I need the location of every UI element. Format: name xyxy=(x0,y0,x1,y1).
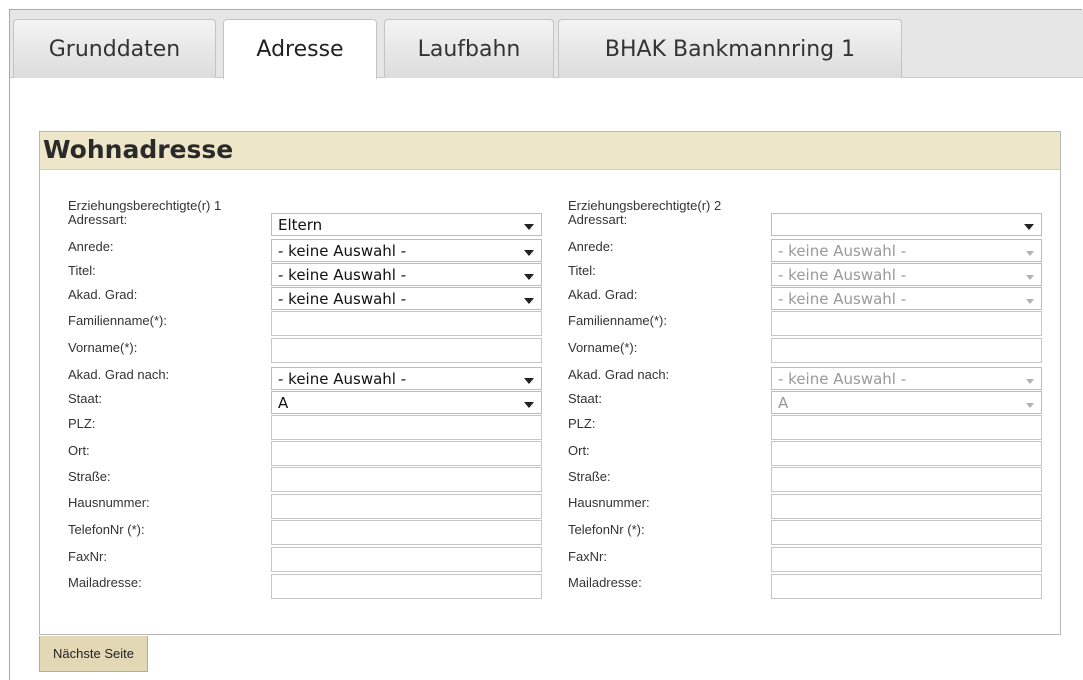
g2-faxnr-input[interactable] xyxy=(771,547,1042,572)
dropdown-arrow-icon xyxy=(1026,251,1034,256)
guardian2-heading: Erziehungsberechtigte(r) 2 xyxy=(568,198,722,213)
g1-staat-select[interactable]: A xyxy=(271,391,542,414)
g2-label-familienname: Familienname(*): xyxy=(568,313,667,328)
g1-label-faxnr: FaxNr: xyxy=(68,549,107,564)
g2-ort-input[interactable] xyxy=(771,441,1042,466)
g1-faxnr-input[interactable] xyxy=(271,547,542,572)
g1-ort-input[interactable] xyxy=(271,441,542,466)
next-page-button[interactable]: Nächste Seite xyxy=(39,636,148,672)
g2-titel-select[interactable]: - keine Auswahl - xyxy=(771,263,1042,286)
g1-label-vorname: Vorname(*): xyxy=(68,340,138,355)
g2-label-faxnr: FaxNr: xyxy=(568,549,607,564)
g1-label-telefonnr: TelefonNr (*): xyxy=(68,522,145,537)
g2-mailadresse-input[interactable] xyxy=(771,574,1042,599)
g2-label-titel: Titel: xyxy=(568,263,596,278)
g1-label-mailadresse: Mailadresse: xyxy=(68,575,142,590)
dropdown-arrow-icon xyxy=(1026,275,1034,280)
dropdown-arrow-icon xyxy=(524,378,534,384)
g2-staat-value: A xyxy=(778,394,789,412)
g2-label-strasse: Straße: xyxy=(568,469,611,484)
g2-label-vorname: Vorname(*): xyxy=(568,340,638,355)
g2-vorname-input[interactable] xyxy=(771,338,1042,363)
g1-label-akad-grad-nach: Akad. Grad nach: xyxy=(68,367,170,382)
g1-label-titel: Titel: xyxy=(68,263,96,278)
dropdown-arrow-icon xyxy=(1026,299,1034,304)
g1-adressart-select[interactable]: Eltern xyxy=(271,213,542,236)
g1-adressart-value: Eltern xyxy=(278,216,323,234)
g2-label-ort: Ort: xyxy=(568,443,590,458)
g2-staat-select[interactable]: A xyxy=(771,391,1042,414)
g1-vorname-input[interactable] xyxy=(271,338,542,363)
g2-label-adressart: Adressart: xyxy=(568,212,628,227)
g1-label-strasse: Straße: xyxy=(68,469,111,484)
g2-adressart-select[interactable] xyxy=(771,213,1042,236)
section-title: Wohnadresse xyxy=(43,135,234,164)
g1-strasse-input[interactable] xyxy=(271,467,542,492)
g2-label-anrede: Anrede: xyxy=(568,239,614,254)
g2-akad-grad-value: - keine Auswahl - xyxy=(778,290,907,308)
tab-adresse[interactable]: Adresse xyxy=(223,19,377,79)
dropdown-arrow-icon xyxy=(524,250,534,256)
g2-hausnummer-input[interactable] xyxy=(771,494,1042,519)
tab-bar: Grunddaten Adresse Laufbahn BHAK Bankman… xyxy=(10,10,1083,79)
g1-label-akad-grad: Akad. Grad: xyxy=(68,287,138,302)
g1-akad-grad-nach-select[interactable]: - keine Auswahl - xyxy=(271,367,542,390)
guardian1-heading: Erziehungsberechtigte(r) 1 xyxy=(68,198,222,213)
dropdown-arrow-icon xyxy=(524,274,534,280)
tab-grunddaten[interactable]: Grunddaten xyxy=(13,19,216,78)
g1-label-ort: Ort: xyxy=(68,443,90,458)
g2-telefonnr-input[interactable] xyxy=(771,520,1042,545)
g2-akad-grad-nach-value: - keine Auswahl - xyxy=(778,370,907,388)
g1-telefonnr-input[interactable] xyxy=(271,520,542,545)
g1-label-staat: Staat: xyxy=(68,391,102,406)
g1-mailadresse-input[interactable] xyxy=(271,574,542,599)
g2-anrede-select[interactable]: - keine Auswahl - xyxy=(771,239,1042,262)
g2-label-mailadresse: Mailadresse: xyxy=(568,575,642,590)
g1-anrede-value: - keine Auswahl - xyxy=(278,242,407,260)
g1-titel-select[interactable]: - keine Auswahl - xyxy=(271,263,542,286)
dropdown-arrow-icon xyxy=(1024,224,1034,230)
dropdown-arrow-icon xyxy=(1026,379,1034,384)
tab-laufbahn[interactable]: Laufbahn xyxy=(384,19,554,78)
g1-familienname-input[interactable] xyxy=(271,311,542,336)
dropdown-arrow-icon xyxy=(524,224,534,230)
g1-anrede-select[interactable]: - keine Auswahl - xyxy=(271,239,542,262)
g1-titel-value: - keine Auswahl - xyxy=(278,266,407,284)
g1-akad-grad-select[interactable]: - keine Auswahl - xyxy=(271,287,542,310)
dropdown-arrow-icon xyxy=(1026,403,1034,408)
dropdown-arrow-icon xyxy=(524,402,534,408)
g2-label-akad-grad-nach: Akad. Grad nach: xyxy=(568,367,670,382)
g1-hausnummer-input[interactable] xyxy=(271,494,542,519)
g2-titel-value: - keine Auswahl - xyxy=(778,266,907,284)
g1-label-familienname: Familienname(*): xyxy=(68,313,167,328)
g1-plz-input[interactable] xyxy=(271,415,542,440)
g2-plz-input[interactable] xyxy=(771,415,1042,440)
g2-akad-grad-nach-select[interactable]: - keine Auswahl - xyxy=(771,367,1042,390)
g2-label-staat: Staat: xyxy=(568,391,602,406)
g1-label-plz: PLZ: xyxy=(68,416,96,431)
g2-label-plz: PLZ: xyxy=(568,416,596,431)
g2-familienname-input[interactable] xyxy=(771,311,1042,336)
g2-label-hausnummer: Hausnummer: xyxy=(568,495,650,510)
g2-label-telefonnr: TelefonNr (*): xyxy=(568,522,645,537)
g1-akad-grad-nach-value: - keine Auswahl - xyxy=(278,370,407,388)
g2-label-akad-grad: Akad. Grad: xyxy=(568,287,638,302)
g1-akad-grad-value: - keine Auswahl - xyxy=(278,290,407,308)
g2-strasse-input[interactable] xyxy=(771,467,1042,492)
dropdown-arrow-icon xyxy=(524,298,534,304)
g1-label-anrede: Anrede: xyxy=(68,239,114,254)
g1-label-adressart: Adressart: xyxy=(68,212,128,227)
g2-akad-grad-select[interactable]: - keine Auswahl - xyxy=(771,287,1042,310)
section-header: Wohnadresse xyxy=(40,132,1060,170)
tab-bhak-bankmannring[interactable]: BHAK Bankmannring 1 xyxy=(558,19,902,78)
g2-anrede-value: - keine Auswahl - xyxy=(778,242,907,260)
g1-staat-value: A xyxy=(278,394,289,412)
g1-label-hausnummer: Hausnummer: xyxy=(68,495,150,510)
